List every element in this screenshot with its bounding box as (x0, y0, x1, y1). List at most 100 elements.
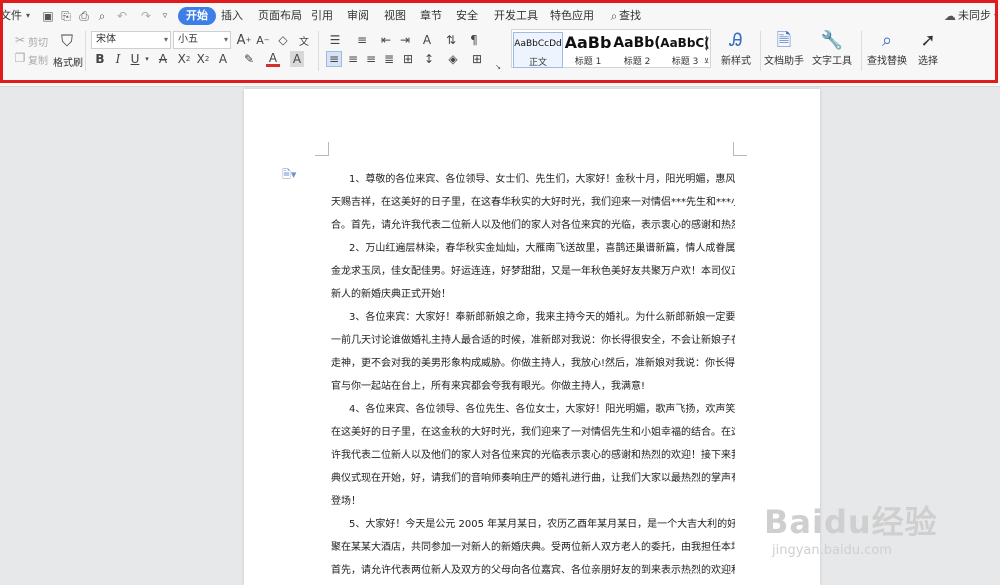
format-painter-button[interactable]: 格式刷 (53, 54, 83, 69)
italic-icon[interactable]: I (111, 51, 125, 67)
superscript-icon[interactable]: X2 (177, 51, 191, 67)
highlight-color-icon[interactable]: ✎ (240, 51, 258, 67)
style-heading-1[interactable]: AaBb 标题 1 (563, 32, 613, 68)
font-color-icon[interactable]: A (266, 51, 280, 67)
tab-view[interactable]: 视图 (384, 5, 406, 27)
document-body[interactable]: 1、尊敬的各位来宾、各位领导、女士们、先生们，大家好！金秋十月，阳光明媚，惠风送… (331, 168, 735, 582)
doc-helper-button[interactable]: 🗎 文档助手 (763, 30, 805, 67)
bold-icon[interactable]: B (93, 51, 107, 67)
print-icon[interactable]: ⎙ (76, 8, 92, 24)
tab-page-layout[interactable]: 页面布局 (258, 5, 302, 27)
paragraph-line: 首先，请允许代表两位新人及双方的父母向各位嘉宾、各位亲朋好友的到来表示热烈的欢迎… (331, 565, 735, 576)
paragraph-line: 合。首先，请允许我代表二位新人以及他们的家人对各位来宾的光临，表示衷心的感谢和热… (331, 220, 735, 231)
distributed-icon[interactable]: ⊞ (400, 51, 416, 67)
text-effect-icon[interactable]: A (216, 51, 230, 67)
sync-dropdown-icon[interactable]: ▾ (988, 8, 1000, 24)
chevron-down-icon[interactable]: ▾ (143, 51, 151, 67)
shading-icon[interactable]: ◈ (444, 51, 462, 67)
tab-home[interactable]: 开始 (178, 7, 216, 25)
style-heading-2[interactable]: AaBb( 标题 2 (612, 32, 662, 68)
grow-font-icon[interactable]: A + (236, 31, 252, 49)
paragraph: 2、万山红遍层林染，春华秋实金灿灿，大雁南飞送故里，喜鹊还巢谱新篇，情人成眷属，… (331, 237, 735, 306)
copy-button[interactable]: 复制 (28, 52, 48, 67)
paragraph-settings-icon[interactable]: ↘ (494, 63, 502, 71)
cloud-sync-icon[interactable]: ☁ (942, 8, 958, 24)
undo-icon[interactable]: ↶ (114, 8, 130, 24)
style-normal[interactable]: AaBbCcDd 正文 (513, 32, 563, 68)
paragraph-line: 在这美好的日子里，在这金秋的大好时光，我们迎来了一对情侣先生和小姐幸福的结合。在… (331, 427, 735, 438)
redo-icon[interactable]: ↷ (138, 8, 154, 24)
format-painter-icon[interactable]: ⛉ (57, 31, 77, 51)
tab-review[interactable]: 审阅 (347, 5, 369, 27)
gallery-down-icon[interactable]: ▾ (702, 44, 711, 54)
increase-indent-icon[interactable]: ⇥ (397, 31, 413, 49)
paragraph-line: 2、万山红遍层林染，春华秋实金灿灿，大雁南飞送故里，喜鹊还巢谱新篇，情人成眷属，… (349, 243, 735, 254)
align-center-icon[interactable]: ≡ (345, 51, 361, 67)
find-replace-button[interactable]: ⌕ 查找替换 (864, 30, 910, 67)
tab-chapter[interactable]: 章节 (420, 5, 442, 27)
document-icon[interactable]: 🗎▾ (282, 166, 302, 185)
tab-references[interactable]: 引用 (311, 5, 333, 27)
ribbon: 文件 ▾ ▣ ⎘ ⎙ ⌕ ↶ ↷ ▿ 开始 插入 页面布局 引用 审阅 视图 章… (0, 0, 1000, 87)
style-name: 正文 (528, 58, 547, 68)
separator (760, 31, 761, 71)
line-spacing-icon[interactable]: ↕ (421, 51, 437, 67)
document-helper-icon: 🗎 (776, 30, 792, 51)
align-right-icon[interactable]: ≡ (363, 51, 379, 67)
sync-status[interactable]: 未同步 (958, 5, 991, 27)
paragraph-line: 官与你一起站在台上，所有来宾都会夸我有眼光。你做主持人，我满意! (331, 381, 646, 392)
tab-security[interactable]: 安全 (456, 5, 478, 27)
clear-format-icon[interactable]: ◇ (275, 31, 291, 49)
select-label: 选择 (918, 56, 938, 67)
gallery-up-icon[interactable]: ▴ (702, 32, 711, 42)
paragraph-line: 金龙求玉凤，佳女配佳男。好运连连，好梦甜甜，又是一年秋色美好友共聚万户欢！本司仪… (331, 266, 735, 277)
separator (85, 31, 86, 71)
chevron-down-icon: ▾ (223, 35, 228, 44)
paragraph-line: 新人的新婚庆典正式开始！ (331, 289, 451, 300)
sort-icon[interactable]: ⇅ (443, 31, 459, 49)
cut-button[interactable]: 剪切 (28, 34, 48, 49)
style-name: 标题 2 (623, 57, 651, 67)
numbered-list-icon[interactable]: ≡ (354, 31, 370, 49)
font-size-value: 小五 (178, 34, 198, 45)
phonetic-guide-icon[interactable]: 文 (296, 31, 312, 49)
menu-file[interactable]: 文件 (0, 5, 22, 27)
chevron-down-icon: ▾ (163, 35, 168, 44)
tab-special[interactable]: 特色应用 (550, 5, 594, 27)
paragraph-line: 走神，更不会对我的美男形象构成威胁。你做主持人，我放心!然后，准新娘对我说：你长… (331, 358, 735, 369)
font-name-select[interactable]: 宋体 ▾ (91, 31, 171, 49)
underline-icon[interactable]: U (128, 51, 142, 67)
watermark-main: Baidu经验 (764, 503, 938, 541)
font-size-select[interactable]: 小五 ▾ (173, 31, 231, 49)
menu-search[interactable]: 查找 (619, 5, 641, 27)
borders-icon[interactable]: ⊞ (468, 51, 486, 67)
align-left-icon[interactable]: ≡ (326, 51, 342, 67)
bullet-list-icon[interactable]: ☰ (327, 31, 343, 49)
select-button[interactable]: ➚ 选择 (912, 30, 944, 67)
subscript-icon[interactable]: X2 (196, 51, 210, 67)
gallery-expand-icon[interactable]: ⊻ (702, 56, 711, 66)
copy-icon[interactable]: ❐ (13, 51, 27, 65)
chevron-down-icon[interactable]: ▾ (20, 8, 36, 24)
new-style-button[interactable]: Ꭿ 新样式 (716, 30, 756, 67)
margin-corner-top-left (315, 142, 329, 156)
cut-icon[interactable]: ✂ (13, 33, 27, 47)
tab-developer[interactable]: 开发工具 (494, 5, 538, 27)
paragraph: 1、尊敬的各位来宾、各位领导、女士们、先生们，大家好！金秋十月，阳光明媚，惠风送… (331, 168, 735, 237)
customize-toolbar-icon[interactable]: ▿ (157, 8, 173, 24)
show-marks-icon[interactable]: ¶ (466, 31, 482, 49)
paragraph-line: 天赐吉祥，在这美好的日子里，在这春华秋实的大好时光，我们迎来一对情侣***先生和… (331, 197, 735, 208)
text-direction-icon[interactable]: A (418, 31, 436, 49)
text-tools-button[interactable]: 🔧 文字工具 (808, 30, 856, 67)
paragraph-line: 许我代表二位新人以及他们的家人对各位来宾的光临表示衷心的感谢和热烈的欢迎！接下来… (331, 450, 735, 461)
strikethrough-icon[interactable]: A (156, 51, 170, 67)
justify-icon[interactable]: ≣ (381, 51, 397, 67)
styles-gallery: AaBbCcDd 正文 AaBb 标题 1 AaBb( 标题 2 AaBbC( … (511, 29, 711, 68)
shrink-font-icon[interactable]: A − (255, 31, 271, 49)
save-icon[interactable]: ▣ (40, 8, 56, 24)
decrease-indent-icon[interactable]: ⇤ (378, 31, 394, 49)
tab-insert[interactable]: 插入 (221, 5, 243, 27)
export-icon[interactable]: ⎘ (58, 8, 74, 24)
char-shading-icon[interactable]: A (290, 51, 304, 67)
print-preview-icon[interactable]: ⌕ (94, 8, 110, 24)
